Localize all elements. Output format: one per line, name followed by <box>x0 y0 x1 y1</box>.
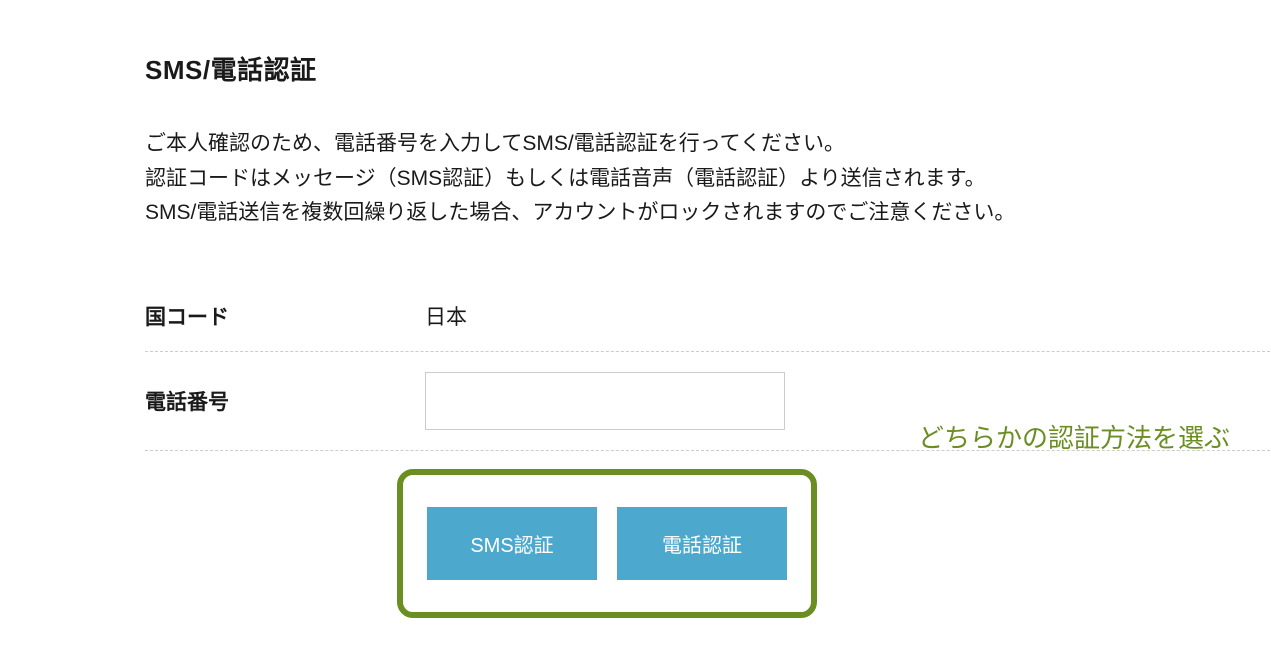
sms-auth-button[interactable]: SMS認証 <box>427 507 597 580</box>
auth-button-group: SMS認証 電話認証 <box>397 469 817 618</box>
phone-row: 電話番号 どちらかの認証方法を選ぶ <box>145 352 1270 451</box>
page-title: SMS/電話認証 <box>145 50 1271 87</box>
description-line-3: SMS/電話送信を複数回繰り返した場合、アカウントがロックされますのでご注意くだ… <box>145 196 1271 231</box>
description-line-1: ご本人確認のため、電話番号を入力してSMS/電話認証を行ってください。 <box>145 127 1271 162</box>
helper-text: どちらかの認証方法を選ぶ <box>918 418 1230 455</box>
phone-input[interactable] <box>425 372 785 430</box>
description-line-2: 認証コードはメッセージ（SMS認証）もしくは電話音声（電話認証）より送信されます… <box>145 162 1271 197</box>
phone-auth-button[interactable]: 電話認証 <box>617 507 787 580</box>
country-code-row: 国コード 日本 <box>145 281 1270 352</box>
country-code-label: 国コード <box>145 301 425 331</box>
description-block: ご本人確認のため、電話番号を入力してSMS/電話認証を行ってください。 認証コー… <box>145 127 1271 231</box>
country-code-value: 日本 <box>425 301 467 331</box>
phone-label: 電話番号 <box>145 386 425 416</box>
